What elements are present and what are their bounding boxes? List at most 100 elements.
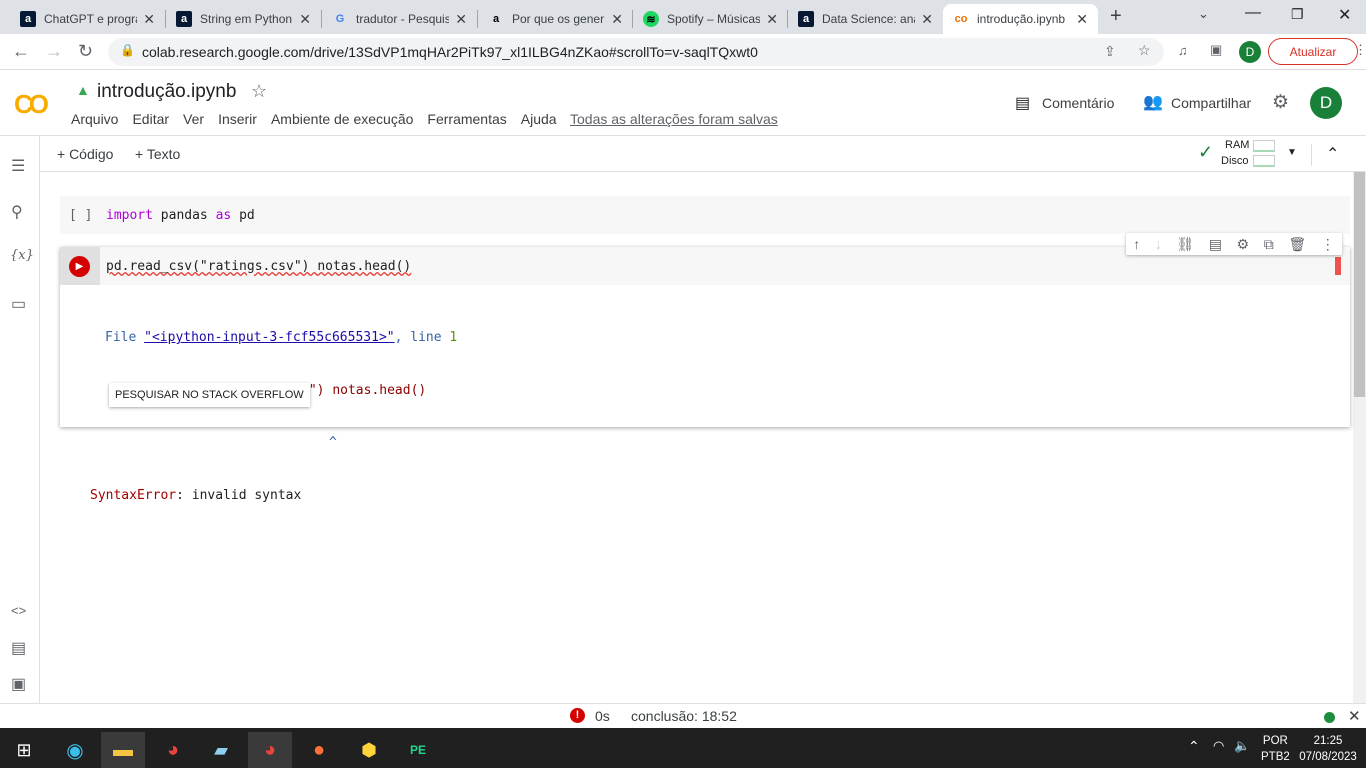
pycharm-icon[interactable]: PE [396, 732, 440, 768]
tab-title: ChatGPT e progra [44, 12, 138, 26]
runtime-dropdown-icon[interactable]: ▼ [1287, 147, 1297, 158]
edge-icon[interactable]: ◉ [53, 732, 97, 768]
media-icon[interactable]: ♫ [1178, 43, 1188, 58]
notebook-toolbar: + Código + Texto ✓ RAM Disco ▼ ⌃ [40, 136, 1366, 172]
notepad-icon[interactable]: ▰ [199, 732, 243, 768]
tab-title: introdução.ipynb [977, 12, 1066, 26]
file-explorer-icon[interactable]: ▬ [101, 732, 145, 768]
close-tab-icon[interactable]: ✕ [455, 11, 467, 28]
url-input[interactable]: 🔒 colab.research.google.com/drive/13SdVP… [108, 38, 1164, 66]
delete-icon[interactable]: 🗑 [1288, 236, 1306, 253]
menu-item[interactable]: Editar [132, 111, 169, 127]
chrome-icon[interactable]: ◕ [151, 732, 195, 768]
scrollbar[interactable] [1353, 172, 1366, 703]
search-icon[interactable]: ⚲ [11, 202, 23, 222]
comment-button[interactable]: Comentário [1042, 95, 1114, 111]
run-cell-button[interactable]: ▶ [69, 256, 90, 277]
chrome-profile-icon[interactable]: ◕ [248, 732, 292, 768]
status-bar: ! 0s conclusão: 18:52 ✕ [0, 703, 1366, 728]
command-palette-icon[interactable]: ▤ [11, 638, 26, 658]
browser-tab[interactable]: ≋ Spotify – Músicas ✕ [633, 4, 788, 34]
traceback-file-link[interactable]: "<ipython-input-3-fcf55c665531>" [144, 330, 394, 345]
cell-code[interactable]: import pandas as pd [106, 208, 255, 223]
code-cell[interactable]: [ ] import pandas as pd [60, 196, 1350, 234]
add-text-button[interactable]: + Texto [135, 146, 180, 162]
back-icon[interactable]: ← [12, 41, 30, 62]
execution-time[interactable]: 0s [595, 708, 610, 724]
code-cell-active[interactable]: ▶ pd.read_csv("ratings.csv") notas.head(… [60, 247, 1350, 503]
close-tab-icon[interactable]: ✕ [611, 11, 623, 28]
close-tab-icon[interactable]: ✕ [143, 11, 155, 28]
browser-tab[interactable]: a Por que os gener ✕ [478, 4, 633, 34]
browser-tab[interactable]: a Data Science: ana ✕ [788, 4, 943, 34]
terminal-icon[interactable]: ▣ [11, 674, 26, 694]
close-tab-icon[interactable]: ✕ [1076, 11, 1088, 28]
browser-tab[interactable]: co introdução.ipynb ✕ [943, 4, 1098, 34]
wifi-icon[interactable]: ◠ [1213, 738, 1224, 754]
close-window-button[interactable]: ✕ [1338, 5, 1351, 25]
alura-icon: a [176, 11, 192, 27]
execution-count: [ ] [69, 208, 93, 223]
forward-icon[interactable]: → [45, 41, 63, 62]
tab-search-button[interactable]: ⌄ [1198, 6, 1209, 22]
share-icon[interactable]: ⇪ [1104, 43, 1116, 60]
link-icon[interactable]: ⛓ [1176, 236, 1194, 253]
windows-start-icon[interactable]: ⊞ [2, 732, 46, 768]
side-panel-icon[interactable]: ▣ [1210, 42, 1222, 58]
show-hidden-icons[interactable]: ⌃ [1188, 738, 1200, 755]
settings-icon[interactable]: ⚙ [1237, 236, 1250, 253]
colab-logo[interactable]: CO [14, 89, 49, 120]
move-down-icon[interactable]: ↓ [1155, 236, 1162, 252]
menu-item[interactable]: Arquivo [71, 111, 118, 127]
clock[interactable]: 21:25 07/08/2023 [1297, 733, 1359, 765]
settings-gear-icon[interactable]: ⚙ [1272, 91, 1289, 114]
alura-icon: a [20, 11, 36, 27]
search-stack-overflow-button[interactable]: PESQUISAR NO STACK OVERFLOW [109, 383, 310, 407]
close-tab-icon[interactable]: ✕ [921, 11, 933, 28]
windows-taskbar: ⊞ ◉ ▬ ◕ ▰ ◕ ● ⬢ PE ⌃ ◠ 🔈 POR PTB2 21:25 07… [0, 728, 1366, 768]
drive-icon: ▲ [76, 82, 90, 98]
account-avatar[interactable]: D [1310, 87, 1342, 119]
browser-menu-icon[interactable]: ⋮ [1354, 42, 1366, 58]
cell-code: pd.read_csv("ratings.csv") notas.head() [106, 259, 412, 274]
browser-tab[interactable]: a String em Python ✕ [166, 4, 321, 34]
firefox-icon[interactable]: ● [297, 732, 341, 768]
mirror-cell-icon[interactable]: ⧉ [1264, 236, 1274, 253]
browser-tab[interactable]: Gtradutor - Pesquis ✕ [322, 4, 477, 34]
connected-dot-icon [1324, 712, 1335, 723]
more-icon[interactable]: ⋮ [1321, 236, 1335, 253]
restore-button[interactable]: ❐ [1291, 6, 1304, 23]
menu-item[interactable]: Inserir [218, 111, 257, 127]
update-button[interactable]: Atualizar [1268, 38, 1358, 65]
close-status-icon[interactable]: ✕ [1348, 707, 1361, 725]
divider [1311, 144, 1312, 166]
language-indicator[interactable]: POR PTB2 [1261, 733, 1290, 765]
share-button[interactable]: Compartilhar [1171, 95, 1251, 111]
menu-item[interactable]: Ferramentas [427, 111, 506, 127]
comment-icon[interactable]: ▤ [1209, 236, 1222, 253]
volume-icon[interactable]: 🔈 [1234, 738, 1250, 754]
variables-icon[interactable]: {x} [10, 248, 34, 263]
code-snippets-icon[interactable]: <> [11, 603, 26, 618]
close-tab-icon[interactable]: ✕ [766, 11, 778, 28]
new-tab-button[interactable]: + [1110, 5, 1122, 28]
table-of-contents-icon[interactable]: ☰ [11, 156, 25, 176]
saved-status[interactable]: Todas as alterações foram salvas [570, 111, 778, 127]
profile-avatar[interactable]: D [1239, 41, 1261, 63]
folder-icon[interactable]: ▭ [11, 294, 26, 314]
bookmark-star-icon[interactable]: ☆ [1138, 42, 1151, 59]
close-tab-icon[interactable]: ✕ [299, 11, 311, 28]
star-icon[interactable]: ☆ [251, 81, 267, 102]
menu-item[interactable]: Ajuda [521, 111, 557, 127]
minimize-button[interactable]: — [1245, 4, 1261, 22]
collapse-header-icon[interactable]: ⌃ [1326, 144, 1339, 164]
menu-item[interactable]: Ambiente de execução [271, 111, 413, 127]
python-icon[interactable]: ⬢ [347, 732, 391, 768]
menu-item[interactable]: Ver [183, 111, 204, 127]
comment-icon: ▤ [1015, 95, 1031, 112]
move-up-icon[interactable]: ↑ [1133, 236, 1140, 252]
browser-tab[interactable]: a ChatGPT e progra ✕ [10, 4, 165, 34]
reload-icon[interactable]: ↻ [78, 41, 93, 62]
notebook-title[interactable]: introdução.ipynb [97, 81, 236, 103]
add-code-button[interactable]: + Código [57, 146, 113, 162]
